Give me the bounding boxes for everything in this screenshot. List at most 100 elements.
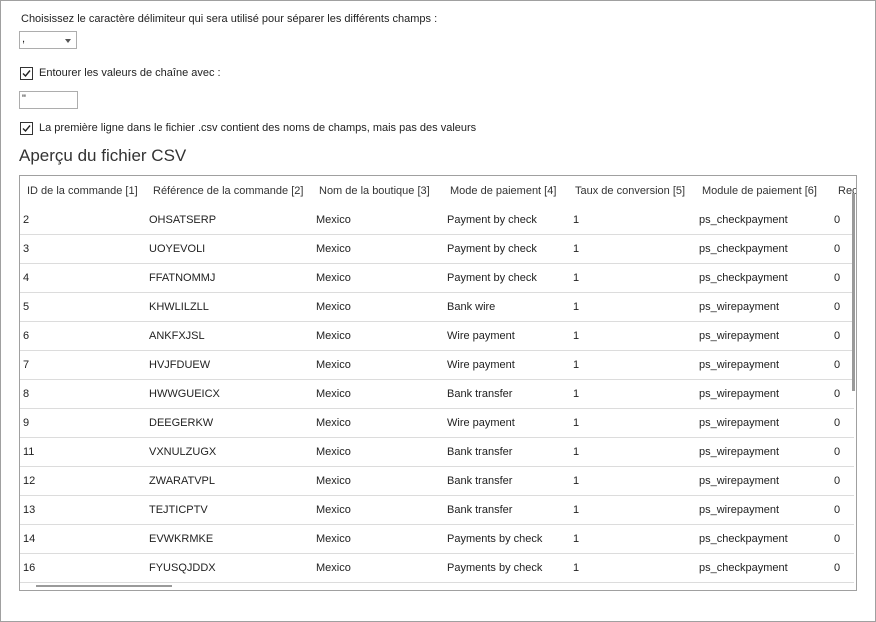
column-header[interactable]: Mode de paiement [4] [450,176,556,206]
table-cell: Mexico [316,417,351,429]
table-cell: Bank transfer [447,446,513,458]
table-cell: 16 [23,562,36,574]
table-cell: UOYEVOLI [149,243,206,255]
table-cell: 0 [834,562,841,574]
table-cell: ps_wirepayment [699,388,780,400]
table-cell: 1 [573,475,580,487]
table-cell: 1 [573,562,580,574]
table-row[interactable]: 11 VXNULZUGX Mexico Bank transfer 1 ps_wirepa… [20,438,854,467]
table-cell: 8 [23,388,30,400]
column-header[interactable]: Nom de la boutique [3] [319,176,430,206]
table-cell: Wire payment [447,417,515,429]
table-cell: ps_wirepayment [699,417,780,429]
table-cell: Wire payment [447,359,515,371]
table-cell: 0 [834,446,841,458]
table-cell: 0 [834,417,841,429]
table-cell: Payments by check [447,562,543,574]
table-cell: 14 [23,533,36,545]
table-cell: 3 [23,243,30,255]
table-cell: Mexico [316,243,351,255]
table-cell: 1 [573,446,580,458]
table-cell: ps_wirepayment [699,330,780,342]
table-row[interactable]: 14 EVWKRMKE Mexico Payments by check 1 ps_che… [20,525,854,554]
table-cell: 0 [834,243,841,255]
table-cell: ZWARATVPL [149,475,216,487]
table-cell: ps_wirepayment [699,475,780,487]
enclose-value: " [22,93,26,105]
table-cell: 12 [23,475,36,487]
table-cell: Bank transfer [447,388,513,400]
enclose-input[interactable]: " [19,91,78,109]
table-cell: 0 [834,272,841,284]
table-cell: Mexico [316,272,351,284]
table-cell: HVJFDUEW [149,359,211,371]
table-row[interactable]: 6 ANKFXJSL Mexico Wire payment 1 ps_wirepayme… [20,322,854,351]
delimiter-select[interactable]: , [19,31,77,49]
column-header[interactable]: Taux de conversion [5] [575,176,685,206]
table-cell: 0 [834,475,841,487]
table-cell: Wire payment [447,330,515,342]
column-header[interactable]: Référence de la commande [2] [153,176,303,206]
table-cell: 9 [23,417,30,429]
grid-header: ID de la commande [1] Référence de la co… [20,176,856,206]
table-cell: 1 [573,214,580,226]
table-cell: 0 [834,301,841,313]
table-cell: Mexico [316,446,351,458]
table-cell: Payment by check [447,214,537,226]
table-cell: 13 [23,504,36,516]
table-row[interactable]: 13 TEJTICPTV Mexico Bank transfer 1 ps_wirepa… [20,496,854,525]
table-cell: Payments by check [447,533,543,545]
table-cell: Mexico [316,504,351,516]
table-cell: 1 [573,330,580,342]
table-cell: Mexico [316,359,351,371]
enclose-checkbox[interactable] [20,67,33,80]
table-cell: ps_wirepayment [699,301,780,313]
table-row[interactable]: 5 KHWLILZLL Mexico Bank wire 1 ps_wirepayment… [20,293,854,322]
table-cell: 1 [573,243,580,255]
horizontal-scrollbar[interactable] [36,585,172,587]
table-row[interactable]: 2 OHSATSERP Mexico Payment by check 1 ps_chec… [20,206,854,235]
column-header[interactable]: ID de la commande [1] [27,176,138,206]
table-cell: EVWKRMKE [149,533,214,545]
table-cell: 2 [23,214,30,226]
table-cell: TEJTICPTV [149,504,208,516]
table-cell: Mexico [316,388,351,400]
table-row[interactable]: 12 ZWARATVPL Mexico Bank transfer 1 ps_wirepa… [20,467,854,496]
table-cell: 5 [23,301,30,313]
table-cell: ps_checkpayment [699,533,788,545]
table-cell: HWWGUEICX [149,388,220,400]
table-cell: Mexico [316,330,351,342]
table-cell: OHSATSERP [149,214,217,226]
table-cell: 1 [573,388,580,400]
table-row[interactable]: 7 HVJFDUEW Mexico Wire payment 1 ps_wirepayme… [20,351,854,380]
table-cell: ps_wirepayment [699,359,780,371]
delimiter-label: Choisissez le caractère délimiteur qui s… [21,13,438,25]
table-row[interactable]: 16 FYUSQJDDX Mexico Payments by check 1 ps_ch… [20,554,854,583]
table-row[interactable]: 3 UOYEVOLI Mexico Payment by check 1 ps_check… [20,235,854,264]
table-cell: 0 [834,214,841,226]
table-cell: ps_checkpayment [699,243,788,255]
header-label: La première ligne dans le fichier .csv c… [39,122,477,134]
table-cell: 1 [573,504,580,516]
delimiter-value: , [22,33,26,45]
csv-preview-grid[interactable]: ID de la commande [1] Référence de la co… [19,175,857,591]
table-cell: Payment by check [447,243,537,255]
table-row[interactable]: 9 DEEGERKW Mexico Wire payment 1 ps_wirepayme… [20,409,854,438]
column-header[interactable]: Module de paiement [6] [702,176,817,206]
table-cell: ps_checkpayment [699,272,788,284]
table-cell: 7 [23,359,30,371]
table-cell: Mexico [316,214,351,226]
table-cell: 1 [573,272,580,284]
table-cell: Mexico [316,475,351,487]
table-cell: Bank transfer [447,504,513,516]
table-row[interactable]: 8 HWWGUEICX Mexico Bank transfer 1 ps_wirepay… [20,380,854,409]
table-cell: ps_checkpayment [699,214,788,226]
table-cell: Mexico [316,562,351,574]
checkmark-icon [22,70,31,78]
table-cell: ps_wirepayment [699,504,780,516]
chevron-down-icon [65,39,71,43]
vertical-scrollbar[interactable] [852,193,855,391]
table-row[interactable]: 4 FFATNOMMJ Mexico Payment by check 1 ps_chec… [20,264,854,293]
header-checkbox[interactable] [20,122,33,135]
table-cell: 1 [573,533,580,545]
